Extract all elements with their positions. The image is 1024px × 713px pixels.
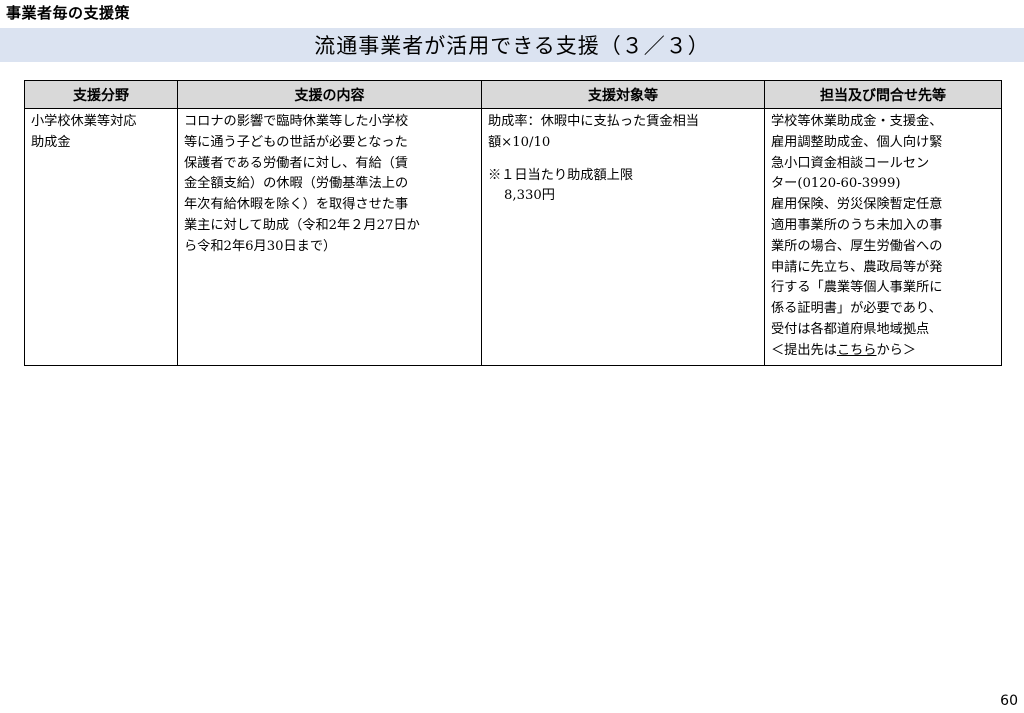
contact-line: 係る証明書」が必要であり、 (771, 301, 942, 317)
contact-last-suffix: から＞ (876, 342, 917, 358)
page-number: 60 (1000, 693, 1018, 709)
cell-field: 小学校休業等対応 助成金 (24, 108, 178, 366)
support-table: 支援分野 支援の内容 支援対象等 担当及び問合せ先等 小学校休業等対応 助成金 … (24, 80, 1002, 366)
content-line: 金全額支給）の休暇（労働基準法上の (184, 176, 409, 192)
contact-last-line: ＜提出先はこちらから＞ (771, 341, 996, 362)
field-line: 小学校休業等対応 (31, 114, 137, 129)
contact-line: 雇用保険、労災保険暫定任意 (771, 197, 943, 213)
cell-target: 助成率：休暇中に支払った賃金相当 額×10/10 ※１日当たり助成額上限 8,3… (481, 108, 765, 366)
table-row: 小学校休業等対応 助成金 コロナの影響で臨時休業等した小学校 等に通う子どもの世… (24, 108, 1002, 366)
target-line: 額×10/10 (488, 134, 551, 150)
contact-line: 適用事業所のうち未加入の事 (771, 217, 943, 233)
target-amount: 8,330円 (504, 188, 555, 204)
field-line: 助成金 (31, 134, 71, 150)
content-line: ら令和2年6月30日まで） (184, 238, 337, 254)
target-line: 助成率：休暇中に支払った賃金相当 (488, 114, 699, 129)
content-line: コロナの影響で臨時休業等した小学校 (184, 114, 409, 129)
contact-line: 雇用調整助成金、個人向け緊 (771, 134, 943, 150)
content-line: 等に通う子どもの世話が必要となった (184, 134, 408, 150)
title-band: 流通事業者が活用できる支援（３／３） (0, 28, 1024, 62)
column-header-target: 支援対象等 (481, 80, 765, 109)
content-line: 保護者である労働者に対し、有給（賃 (184, 155, 409, 171)
contact-line: 業所の場合、厚生労働省への (771, 238, 943, 254)
column-header-contact: 担当及び問合せ先等 (764, 80, 1002, 109)
content-line: 年次有給休暇を除く）を取得させた事 (184, 197, 409, 213)
content-line: 業主に対して助成（令和2年２月27日か (184, 217, 420, 233)
page-title: 流通事業者が活用できる支援（３／３） (314, 34, 710, 58)
cell-contact: 学校等休業助成金・支援金、 雇用調整助成金、個人向け緊 急小口資金相談コールセン… (764, 108, 1002, 366)
contact-line: 急小口資金相談コールセン (771, 155, 930, 171)
column-header-content: 支援の内容 (177, 80, 482, 109)
contact-line: 受付は各都道府県地域拠点 (771, 321, 930, 337)
table-header-row: 支援分野 支援の内容 支援対象等 担当及び問合せ先等 (24, 80, 1002, 109)
contact-line: 学校等休業助成金・支援金、 (771, 114, 943, 129)
contact-line: 申請に先立ち、農政局等が発 (771, 259, 943, 275)
submission-link[interactable]: こちら (837, 343, 877, 358)
contact-line: 行する「農業等個人事業所に (771, 280, 943, 296)
target-note: ※１日当たり助成額上限 (488, 167, 634, 183)
section-label: 事業者毎の支援策 (6, 4, 131, 22)
cell-content: コロナの影響で臨時休業等した小学校 等に通う子どもの世話が必要となった 保護者で… (177, 108, 482, 366)
contact-line: ター(0120-60-3999) (771, 176, 901, 192)
column-header-field: 支援分野 (24, 80, 178, 109)
contact-last-prefix: ＜提出先は (771, 342, 837, 358)
